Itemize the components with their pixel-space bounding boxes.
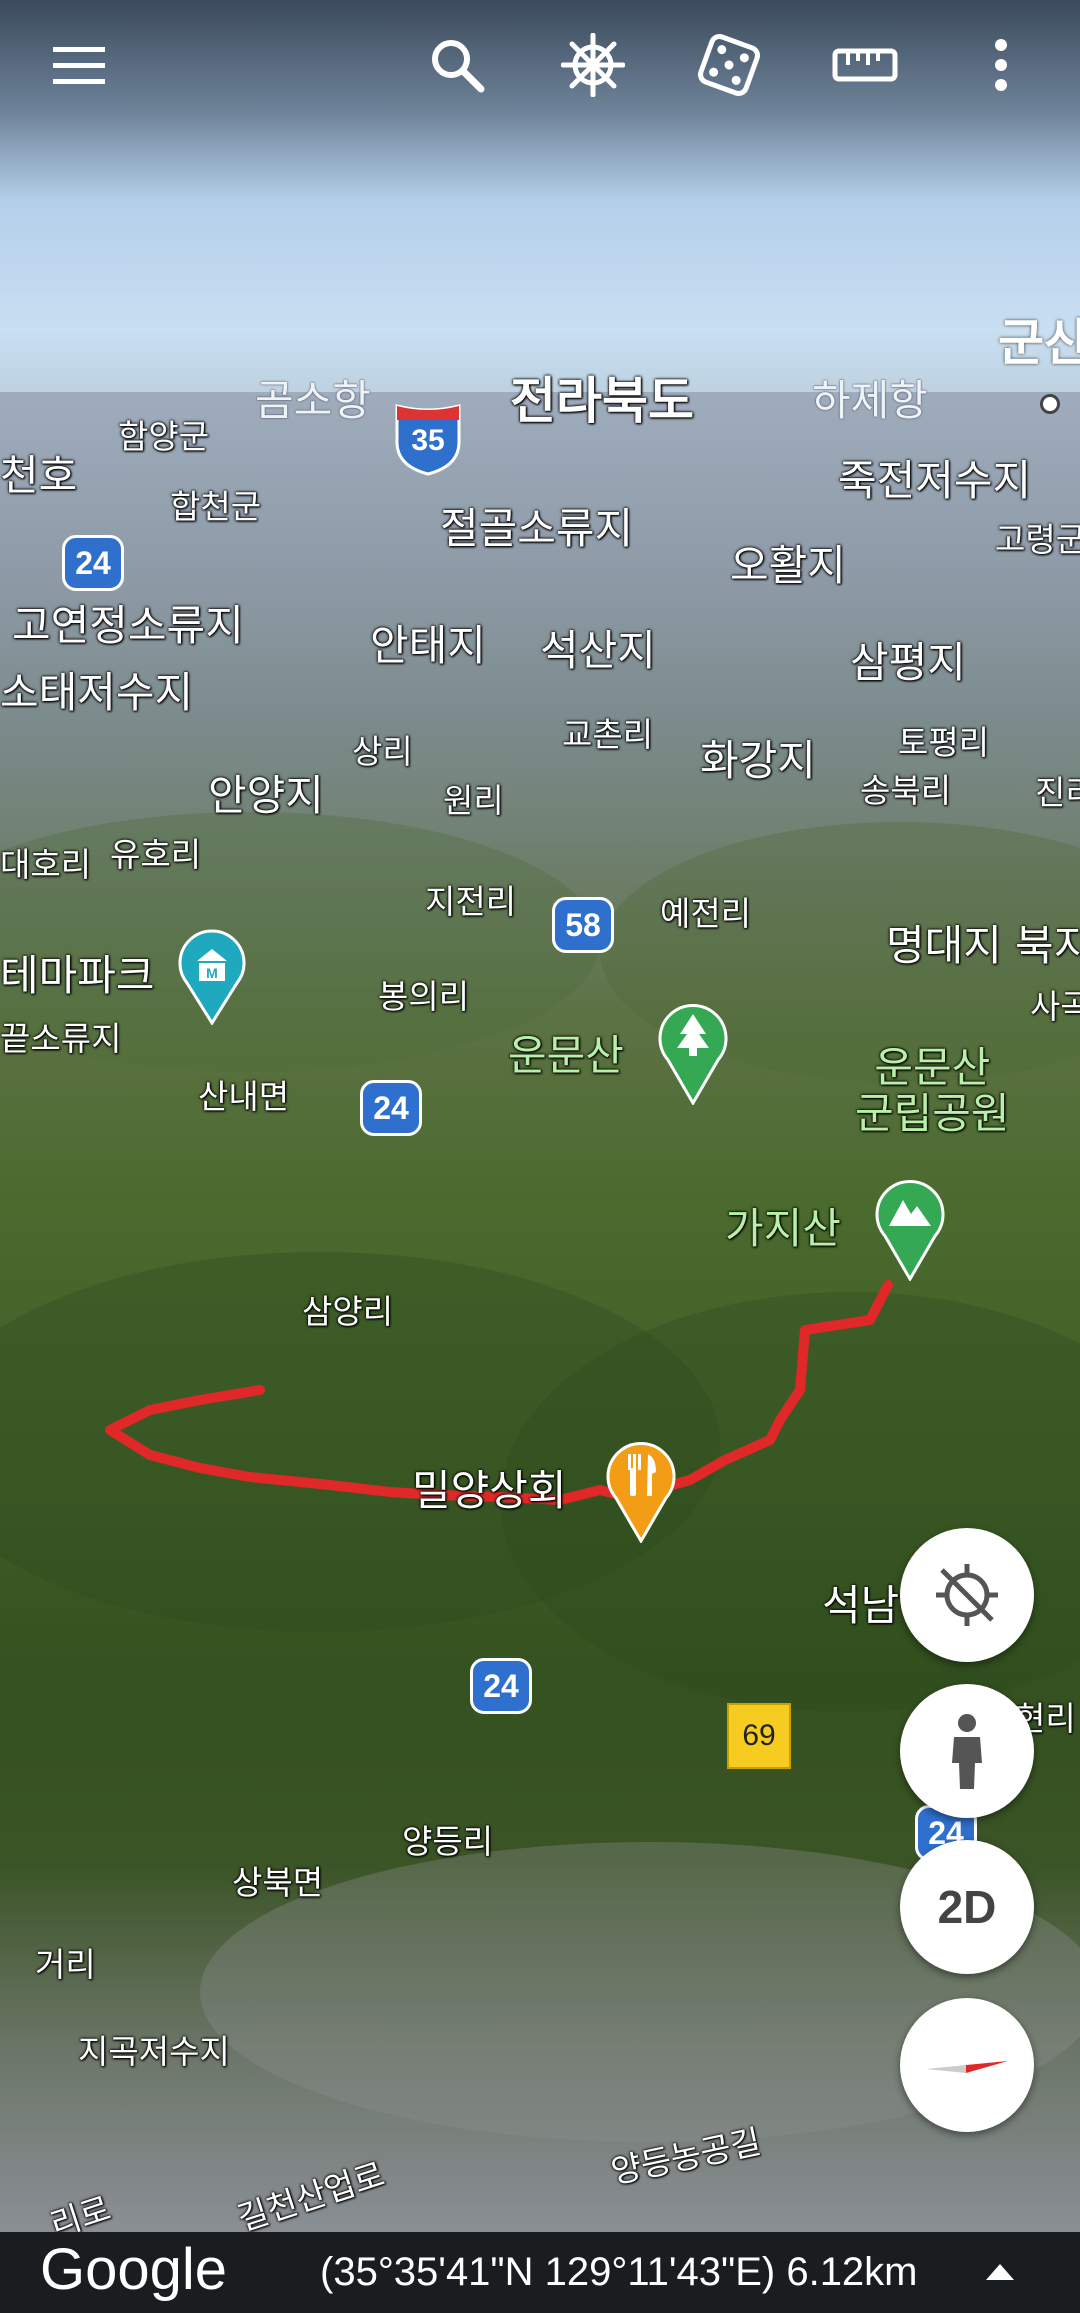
label-gunsan[interactable]: 군산 [998,318,1080,368]
label-anyang[interactable]: 안양지 [208,775,324,817]
label-sannae[interactable]: 산내면 [198,1080,289,1113]
my-location-button[interactable] [900,1528,1034,1662]
location-disabled-icon [936,1564,998,1626]
road-shield-24: 24 [360,1080,422,1136]
google-logo: Google [40,2237,228,2302]
label-seoknam[interactable]: 석남 [822,1585,899,1627]
label-geori[interactable]: 거리 [35,1948,96,1981]
label-wonri[interactable]: 원리 [443,784,504,817]
label-sotae[interactable]: 소태저수지 [0,672,193,714]
label-goryeong[interactable]: 고령군 [995,523,1080,556]
label-jukjeon[interactable]: 죽전저수지 [838,460,1031,502]
label-gochon[interactable]: 교촌리 [562,718,653,751]
label-milyang-store[interactable]: 밀양상회 [412,1470,567,1512]
more-vert-icon[interactable] [966,30,1036,100]
label-hamyanggun[interactable]: 함양군 [118,420,209,453]
dice-icon[interactable] [694,30,764,100]
label-ohwal[interactable]: 오활지 [730,545,846,587]
compass-button[interactable] [900,1998,1034,2132]
road-shield-24: 24 [470,1658,532,1714]
restaurant-pin-icon[interactable] [604,1438,678,1544]
interstate-35-label: 35 [411,424,445,457]
mountain-pin-icon[interactable] [873,1176,947,1282]
museum-pin-icon[interactable]: M [175,925,249,1026]
label-sangbuk[interactable]: 상북면 [232,1866,323,1899]
label-jeonbuk[interactable]: 전라북도 [510,376,694,426]
label-goyeon[interactable]: 고연정소류지 [12,605,244,647]
park-pin-icon[interactable] [656,1000,730,1106]
road-shield-24: 24 [62,535,124,591]
label-sampyeong[interactable]: 삼평지 [850,642,966,684]
label-antae[interactable]: 안태지 [370,625,486,667]
label-hapcheon[interactable]: 합천군 [170,490,261,523]
expand-up-icon[interactable] [984,2262,1016,2286]
view-mode-button[interactable]: 2D [900,1840,1034,1974]
route-line [105,1280,893,1505]
search-icon[interactable] [422,30,492,100]
label-hajehang[interactable]: 하제항 [812,380,928,422]
street-view-button[interactable] [900,1684,1034,1818]
top-toolbar [0,0,1080,130]
label-kkeut[interactable]: 끝소류지 [0,1022,121,1055]
pegman-icon [952,1714,982,1789]
label-gajisan[interactable]: 가지산 [725,1208,841,1250]
label-jigok[interactable]: 지곡저수지 [78,2035,230,2068]
label-samyang[interactable]: 삼양리 [302,1295,393,1328]
label-bongui[interactable]: 봉의리 [378,980,469,1013]
label-yuho[interactable]: 유호리 [110,838,201,871]
label-yangdeung[interactable]: 양등리 [402,1825,493,1858]
interstate-35-shield: 35 [393,402,463,476]
label-jijeon[interactable]: 지전리 [425,885,516,918]
label-sangri[interactable]: 상리 [352,735,413,768]
label-unmunsan[interactable]: 운문산 [508,1035,624,1077]
label-myeongdae[interactable]: 명대지 [886,925,1002,967]
ship-wheel-icon[interactable] [558,30,628,100]
label-cheonho[interactable]: 천호 [0,455,77,497]
view-mode-label: 2D [937,1881,997,1933]
road-sign-69: 69 [727,1703,791,1769]
label-seoksan[interactable]: 석산지 [540,630,656,672]
ruler-icon[interactable] [830,30,900,100]
label-sagok[interactable]: 사곡 [1030,990,1080,1023]
label-unmun-park[interactable]: 운문산 군립공원 [855,1044,1010,1137]
label-topyeong[interactable]: 토평리 [898,726,989,759]
compass-icon [926,2061,1008,2073]
svg-text:M: M [206,965,218,981]
label-yejeon[interactable]: 예전리 [660,897,751,930]
label-daeho[interactable]: 대호리 [0,848,91,881]
coordinates-readout[interactable]: (35°35'41"N 129°11'43"E) 6.12km [320,2250,918,2295]
label-themepark[interactable]: 테마파크 [0,955,155,997]
label-gomsohang[interactable]: 곰소항 [255,380,371,422]
label-songbuk[interactable]: 송북리 [860,774,951,807]
menu-icon[interactable] [44,30,114,100]
road-shield-58: 58 [552,897,614,953]
label-bukji[interactable]: 북지 [1015,925,1080,967]
label-hwagang[interactable]: 화강지 [700,740,816,782]
label-jeolgol[interactable]: 절골소류지 [440,508,633,550]
label-jinri[interactable]: 진리 [1035,776,1080,809]
city-dot [1040,394,1060,414]
